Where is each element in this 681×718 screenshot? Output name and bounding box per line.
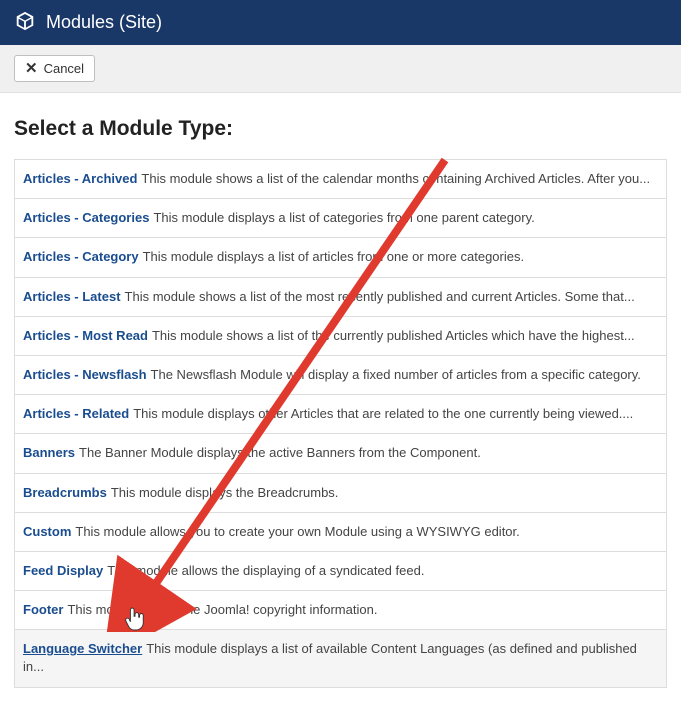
close-icon: ✕ [25, 61, 38, 76]
module-type-link[interactable]: Language Switcher [23, 641, 142, 656]
module-type-list: Articles - Archived This module shows a l… [14, 159, 667, 688]
module-type-row[interactable]: Articles - Category This module displays … [15, 237, 666, 276]
page-header: Modules (Site) [0, 0, 681, 45]
module-type-description: The Banner Module displays the active Ba… [79, 445, 481, 460]
module-type-row[interactable]: Articles - Newsflash The Newsflash Module… [15, 355, 666, 394]
module-type-link[interactable]: Articles - Archived [23, 171, 137, 186]
module-type-link[interactable]: Feed Display [23, 563, 103, 578]
module-type-link[interactable]: Articles - Newsflash [23, 367, 147, 382]
module-type-description: This module shows a list of the calendar… [141, 171, 650, 186]
module-type-link[interactable]: Articles - Most Read [23, 328, 148, 343]
cube-icon [14, 10, 36, 35]
module-type-link[interactable]: Articles - Latest [23, 289, 121, 304]
module-type-link[interactable]: Articles - Related [23, 406, 129, 421]
module-type-link[interactable]: Banners [23, 445, 75, 460]
module-type-link[interactable]: Articles - Categories [23, 210, 149, 225]
module-type-row[interactable]: Custom This module allows you to create y… [15, 512, 666, 551]
module-type-row[interactable]: Banners The Banner Module displays the ac… [15, 433, 666, 472]
cancel-button-label: Cancel [44, 61, 84, 76]
module-type-description: This module displays a list of articles … [143, 249, 525, 264]
toolbar: ✕ Cancel [0, 45, 681, 93]
module-type-link[interactable]: Footer [23, 602, 63, 617]
section-heading: Select a Module Type: [14, 117, 667, 141]
module-type-link[interactable]: Articles - Category [23, 249, 139, 264]
content-area: Select a Module Type: Articles - Archive… [0, 93, 681, 718]
module-type-description: This module allows the displaying of a s… [107, 563, 424, 578]
module-type-row[interactable]: Footer This module shows the Joomla! copy… [15, 590, 666, 629]
module-type-row[interactable]: Feed Display This module allows the displ… [15, 551, 666, 590]
module-type-description: This module displays the Breadcrumbs. [111, 485, 339, 500]
module-type-row[interactable]: Articles - Most Read This module shows a … [15, 316, 666, 355]
page-title: Modules (Site) [46, 12, 162, 33]
module-type-description: This module displays other Articles that… [133, 406, 633, 421]
module-type-description: This module shows a list of the currentl… [152, 328, 635, 343]
module-type-link[interactable]: Breadcrumbs [23, 485, 107, 500]
module-type-row[interactable]: Articles - Latest This module shows a lis… [15, 277, 666, 316]
module-type-link[interactable]: Custom [23, 524, 71, 539]
cancel-button[interactable]: ✕ Cancel [14, 55, 95, 82]
module-type-description: The Newsflash Module will display a fixe… [151, 367, 641, 382]
module-type-description: This module displays a list of categorie… [153, 210, 534, 225]
module-type-description: This module allows you to create your ow… [75, 524, 519, 539]
module-type-description: This module shows a list of the most rec… [125, 289, 635, 304]
module-type-row[interactable]: Language SwitcherThis module displays a … [15, 629, 666, 686]
module-type-row[interactable]: Articles - Related This module displays o… [15, 394, 666, 433]
module-type-row[interactable]: Articles - Categories This module display… [15, 198, 666, 237]
module-type-description: This module shows the Joomla! copyright … [67, 602, 377, 617]
module-type-row[interactable]: Breadcrumbs This module displays the Brea… [15, 473, 666, 512]
module-type-row[interactable]: Articles - Archived This module shows a l… [15, 159, 666, 198]
